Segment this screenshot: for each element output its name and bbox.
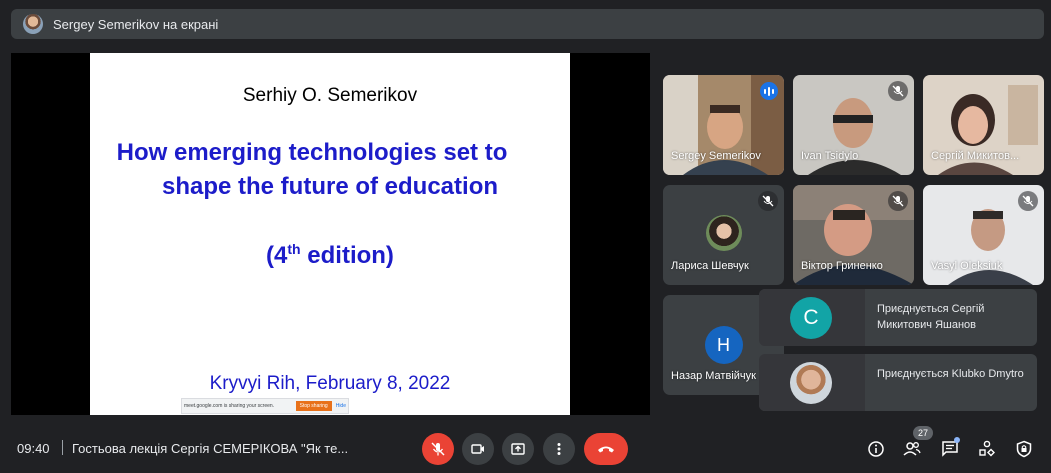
participant-tile[interactable]: Sergey Semerikov <box>663 75 784 175</box>
mic-off-icon <box>888 191 908 211</box>
notification-text: Приєднується Сергій Микитович Яшанов <box>877 303 985 331</box>
participant-tile[interactable]: Ivan Tsidylo <box>793 75 914 175</box>
info-icon <box>868 441 884 457</box>
meeting-title: Гостьова лекція Сергія СЕМЕРІКОВА "Як те… <box>72 441 349 456</box>
presentation-slide: Serhiy O. Semerikov How emerging technol… <box>90 53 570 415</box>
screen-share-bar: meet.google.com is sharing your screen. … <box>181 398 349 414</box>
notification-text: Приєднується Klubko Dmytro <box>877 368 1024 380</box>
participant-name: Віктор Гриненко <box>801 260 883 272</box>
slide-edition: (4th edition) <box>266 241 394 269</box>
notification-avatar-area: C <box>759 289 865 346</box>
hide-share-bar-button[interactable]: Hide <box>336 403 346 409</box>
meeting-time: 09:40 <box>17 441 50 456</box>
new-message-dot <box>954 437 960 443</box>
camera-icon <box>471 444 484 454</box>
join-notification: C Приєднується Сергій Микитович Яшанов <box>759 289 1037 346</box>
participant-tile[interactable]: Віктор Гриненко <box>793 185 914 285</box>
participant-name: Назар Матвійчук <box>671 370 756 382</box>
participant-name: Сергій Микитов... <box>931 150 1020 162</box>
mic-off-icon <box>758 191 778 211</box>
activities-icon <box>979 440 995 457</box>
people-icon <box>903 442 921 456</box>
participants-count-badge: 27 <box>913 426 933 440</box>
participant-name: Ivan Tsidylo <box>801 150 859 162</box>
participant-avatar: H <box>704 326 743 364</box>
leave-call-button[interactable] <box>584 433 628 465</box>
call-end-icon <box>598 446 614 453</box>
microphone-toggle-button[interactable] <box>422 433 454 465</box>
meeting-details-button[interactable] <box>865 438 887 460</box>
presenter-avatar <box>23 14 43 34</box>
participant-avatar <box>705 215 742 251</box>
presenting-text: Sergey Semerikov на екрані <box>53 16 219 32</box>
participant-name: Sergey Semerikov <box>671 150 761 162</box>
participant-tile[interactable]: Лариса Шевчук <box>663 185 784 285</box>
mic-off-icon <box>1018 191 1038 211</box>
participant-tile[interactable]: Vasyl Oleksiuk <box>923 185 1044 285</box>
host-controls-button[interactable] <box>1013 438 1035 460</box>
presenting-banner: Sergey Semerikov на екрані <box>11 9 1044 39</box>
slide-title-line-1: How emerging technologies set to <box>116 139 508 166</box>
shield-lock-icon <box>1016 440 1032 458</box>
slide-author: Serhiy O. Semerikov <box>242 85 418 106</box>
mic-off-icon <box>888 81 908 101</box>
slide-place-date: Kryvyi Rih, February 8, 2022 <box>209 373 451 394</box>
participant-tile[interactable]: Сергій Микитов... <box>923 75 1044 175</box>
participants-button[interactable] <box>901 438 923 460</box>
activities-button[interactable] <box>976 438 998 460</box>
participant-name: Лариса Шевчук <box>671 260 749 272</box>
control-bar: 09:40 Гостьова лекція Сергія СЕМЕРІКОВА … <box>0 425 1051 473</box>
shared-screen: Serhiy O. Semerikov How emerging technol… <box>11 53 650 415</box>
stop-sharing-button[interactable]: Stop sharing <box>295 401 332 411</box>
participant-name: Vasyl Oleksiuk <box>931 260 1003 272</box>
notification-avatar <box>790 362 832 404</box>
notification-avatar: C <box>790 297 832 339</box>
slide-title-line-2: shape the future of education <box>161 173 499 200</box>
speaking-indicator-icon <box>760 82 778 100</box>
present-screen-button[interactable] <box>502 433 534 465</box>
divider <box>62 440 63 455</box>
more-vert-icon <box>557 443 561 455</box>
camera-toggle-button[interactable] <box>462 433 494 465</box>
join-notification: Приєднується Klubko Dmytro <box>759 354 1037 411</box>
notification-avatar-area <box>759 354 865 411</box>
share-message: meet.google.com is sharing your screen. <box>184 403 275 409</box>
more-options-button[interactable] <box>543 433 575 465</box>
present-screen-icon <box>511 443 525 455</box>
mic-off-icon <box>431 442 445 456</box>
